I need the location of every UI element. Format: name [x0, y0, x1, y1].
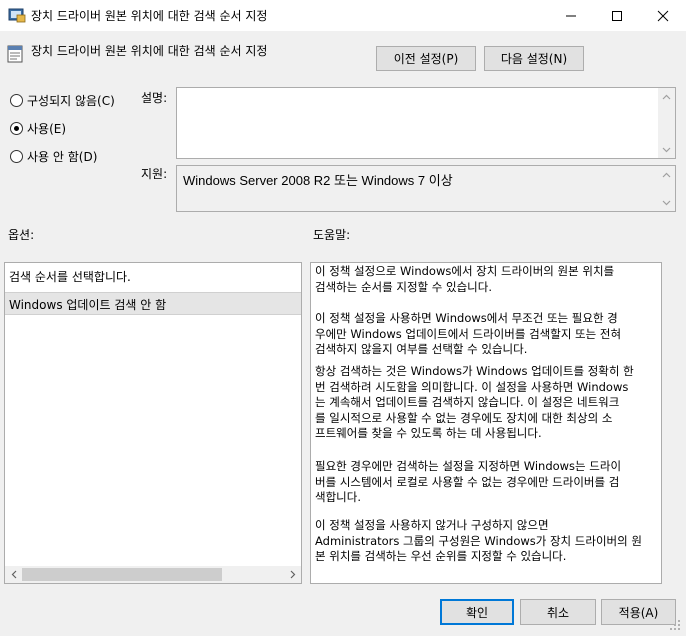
comment-scrollbar[interactable]	[658, 88, 675, 158]
close-button[interactable]	[640, 0, 686, 31]
options-label: 옵션:	[8, 228, 35, 242]
policy-title: 장치 드라이버 원본 위치에 대한 검색 순서 지정	[31, 44, 268, 58]
help-line: 검색하는 순서를 지정할 수 있습니다.	[315, 279, 492, 294]
resize-grip-icon[interactable]	[668, 618, 682, 632]
radio-circle[interactable]	[10, 122, 23, 135]
chevron-down-icon	[662, 200, 671, 205]
radio-disabled[interactable]: 사용 안 함(D)	[10, 148, 97, 165]
dropdown-selected-value: Windows 업데이트 검색 안 함	[9, 298, 167, 312]
help-paragraph: 이 정책 설정을 사용하지 않거나 구성하지 않으면 Administrator…	[315, 518, 659, 565]
supported-label: 지원:	[141, 167, 168, 181]
radio-circle[interactable]	[10, 150, 23, 163]
chevron-up-icon	[662, 94, 671, 99]
options-description: 검색 순서를 선택합니다.	[9, 270, 131, 284]
help-line: 필요한 경우에만 검색하는 설정을 지정하면 Windows는 드라이	[315, 459, 622, 473]
minimize-icon	[566, 15, 576, 16]
policy-setting-icon	[7, 45, 23, 63]
help-line: 색합니다.	[315, 490, 361, 504]
maximize-button[interactable]	[594, 0, 640, 31]
help-line: 프트웨어를 찾을 수 있도록 하는 데 사용됩니다.	[315, 426, 542, 440]
chevron-right-icon	[290, 570, 295, 579]
help-line: 이 정책 설정을 사용하면 Windows에서 무조건 또는 필요한 경	[315, 311, 618, 325]
help-line: 이 정책 설정으로 Windows에서 장치 드라이버의 원본 위치를	[315, 264, 615, 278]
help-line: 버를 시스템에서 로컬로 사용할 수 없는 경우에만 드라이버를 검	[315, 474, 620, 489]
options-panel: 검색 순서를 선택합니다. Windows 업데이트 검색 안 함	[4, 262, 302, 584]
help-line: 검색하지 않을지 여부를 선택할 수 있습니다.	[315, 342, 528, 356]
previous-setting-button[interactable]: 이전 설정(P)	[376, 46, 476, 71]
help-line: 본 위치를 검색하는 우선 순위를 지정할 수 있습니다.	[315, 549, 567, 563]
minimize-button[interactable]	[548, 0, 594, 31]
scroll-up-button[interactable]	[658, 88, 675, 105]
help-line: 이 정책 설정을 사용하지 않거나 구성하지 않으면	[315, 518, 549, 532]
help-line: 를 일시적으로 사용할 수 없는 경우에도 장치에 대한 최상의 소	[315, 410, 613, 425]
scroll-down-button[interactable]	[658, 194, 675, 211]
help-label: 도움말:	[313, 228, 351, 242]
chevron-left-icon	[11, 570, 16, 579]
apply-button[interactable]: 적용(A)	[601, 599, 676, 625]
ok-button[interactable]: 확인	[440, 599, 514, 625]
scrollbar-thumb[interactable]	[22, 568, 222, 581]
chevron-up-icon	[662, 172, 671, 177]
scroll-right-button[interactable]	[284, 566, 301, 583]
radio-label: 사용(E)	[27, 122, 67, 136]
cancel-button[interactable]: 취소	[520, 599, 596, 625]
help-line: 항상 검색하는 것은 Windows가 Windows 업데이트를 정확히 한	[315, 364, 634, 378]
supported-on-text: Windows Server 2008 R2 또는 Windows 7 이상	[183, 173, 453, 188]
comment-label: 설명:	[141, 91, 168, 105]
radio-label: 사용 안 함(D)	[27, 150, 98, 164]
radio-label: 구성되지 않음(C)	[27, 94, 115, 108]
help-line: Administrators 그룹의 구성원은 Windows가 장치 드라이버…	[315, 533, 642, 548]
help-line: 번 검색하려 시도함을 의미합니다. 이 설정을 사용하면 Windows	[315, 379, 629, 394]
radio-not-configured[interactable]: 구성되지 않음(C)	[10, 92, 115, 109]
help-line: 는 계속해서 업데이트를 검색하지 않습니다. 이 설정은 네트워크	[315, 395, 620, 409]
scroll-left-button[interactable]	[5, 566, 22, 583]
help-paragraph: 이 정책 설정을 사용하면 Windows에서 무조건 또는 필요한 경 우에만…	[315, 311, 659, 358]
scroll-down-button[interactable]	[658, 141, 675, 158]
supported-on-box: Windows Server 2008 R2 또는 Windows 7 이상	[176, 165, 676, 212]
search-order-dropdown[interactable]: Windows 업데이트 검색 안 함	[5, 292, 301, 315]
policy-app-icon	[8, 8, 26, 23]
comment-textarea[interactable]	[176, 87, 676, 159]
maximize-icon	[612, 10, 622, 21]
help-panel: 이 정책 설정으로 Windows에서 장치 드라이버의 원본 위치를 검색하는…	[310, 262, 662, 584]
help-paragraph: 항상 검색하는 것은 Windows가 Windows 업데이트를 정확히 한 …	[315, 364, 659, 442]
window-title: 장치 드라이버 원본 위치에 대한 검색 순서 지정	[31, 9, 268, 23]
close-icon	[657, 10, 669, 21]
help-line: 우에만 Windows 업데이트에서 드라이버를 검색할지 또는 전혀	[315, 326, 622, 341]
radio-circle[interactable]	[10, 94, 23, 107]
chevron-down-icon	[662, 147, 671, 152]
help-paragraph: 이 정책 설정으로 Windows에서 장치 드라이버의 원본 위치를 검색하는…	[315, 264, 659, 295]
options-horizontal-scrollbar[interactable]	[5, 566, 301, 583]
supported-scrollbar[interactable]	[658, 166, 675, 211]
title-bar[interactable]: 장치 드라이버 원본 위치에 대한 검색 순서 지정	[0, 0, 686, 31]
next-setting-button[interactable]: 다음 설정(N)	[484, 46, 584, 71]
scroll-up-button[interactable]	[658, 166, 675, 183]
help-paragraph: 필요한 경우에만 검색하는 설정을 지정하면 Windows는 드라이 버를 시…	[315, 459, 659, 506]
radio-enabled[interactable]: 사용(E)	[10, 120, 66, 137]
